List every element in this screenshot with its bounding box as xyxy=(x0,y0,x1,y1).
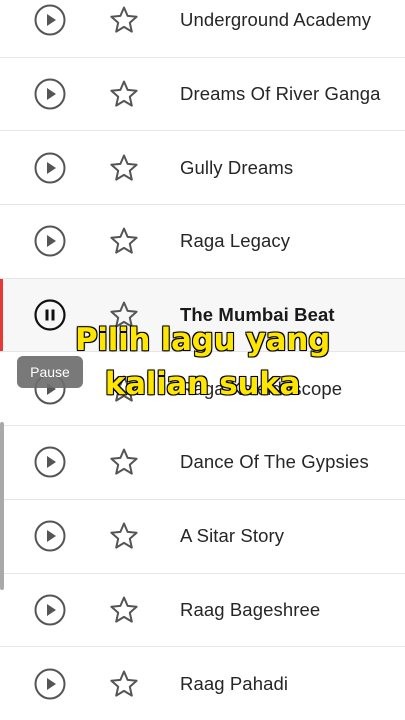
track-title: Raga Legacy xyxy=(180,230,291,252)
star-icon[interactable] xyxy=(108,78,140,110)
track-title: Gully Dreams xyxy=(180,156,294,178)
play-icon[interactable] xyxy=(34,520,66,552)
track-row[interactable]: Underground Academy xyxy=(0,0,405,58)
star-icon[interactable] xyxy=(108,668,140,700)
play-icon[interactable] xyxy=(34,668,66,700)
track-title: Underground Academy xyxy=(180,9,372,31)
track-row[interactable]: Raga Legacy xyxy=(0,205,405,279)
track-row[interactable]: Dreams Of River Ganga xyxy=(0,57,405,132)
play-icon[interactable] xyxy=(34,594,66,626)
play-icon[interactable] xyxy=(34,152,66,184)
play-icon[interactable] xyxy=(34,446,66,478)
scrollbar[interactable] xyxy=(0,422,4,590)
play-icon[interactable] xyxy=(34,78,66,110)
track-title: Dreams Of River Ganga xyxy=(180,83,381,105)
star-icon[interactable] xyxy=(108,446,140,478)
track-title: Raag Pahadi xyxy=(180,672,289,694)
track-title: Raag Bageshree xyxy=(180,598,321,620)
track-title: A Sitar Story xyxy=(180,525,285,547)
star-icon[interactable] xyxy=(108,152,140,184)
track-row[interactable]: Gully Dreams xyxy=(0,131,405,206)
play-icon[interactable] xyxy=(34,4,66,36)
star-icon[interactable] xyxy=(108,520,140,552)
track-row[interactable]: A Sitar Story xyxy=(0,499,405,574)
caption-line-2: kalian suka xyxy=(104,365,301,402)
track-title: Dance Of The Gypsies xyxy=(180,451,369,473)
star-icon[interactable] xyxy=(108,594,140,626)
track-row[interactable]: Raag Pahadi xyxy=(0,647,405,720)
star-icon[interactable] xyxy=(108,225,140,257)
play-icon[interactable] xyxy=(34,225,66,257)
caption-line-1: Pilih lagu yang xyxy=(74,321,331,358)
track-row[interactable]: Dance Of The Gypsies xyxy=(0,426,405,500)
track-row[interactable]: Raag Bageshree xyxy=(0,573,405,648)
star-icon[interactable] xyxy=(108,4,140,36)
